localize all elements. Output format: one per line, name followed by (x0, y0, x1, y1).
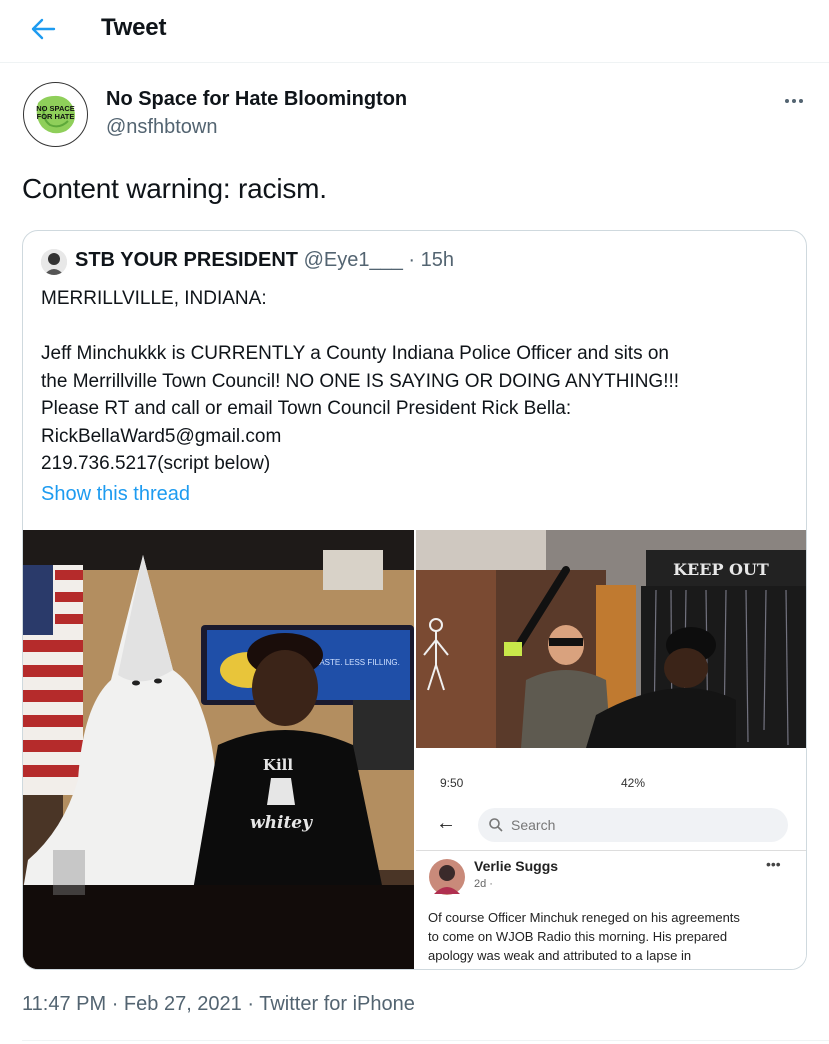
page-title: Tweet (101, 14, 167, 41)
phone-search-placeholder: Search (511, 817, 556, 833)
quote-line: MERRILLVILLE, INDIANA: (41, 288, 267, 309)
phone-post-line: apology was weak and attributed to a lap… (428, 948, 692, 963)
quote-line: the Merrillville Town Council! NO ONE IS… (41, 370, 680, 392)
media-photo-3[interactable]: 9:50 42% ← Search Verlie Suggs 2d · ••• … (416, 750, 806, 969)
avatar-text-2: FOR HATE (37, 112, 75, 121)
photo-police-scene-icon: KEEP OUT (416, 530, 806, 748)
top-bar: Tweet (0, 0, 829, 63)
more-options-button[interactable] (778, 86, 810, 112)
avatar-logo-icon: NO SPACE FOR HATE (24, 83, 87, 146)
tweet-source[interactable]: Twitter for iPhone (259, 993, 415, 1015)
quote-avatar (41, 249, 67, 275)
photo-costume-scene-icon: GREAT TASTE. LESS FILLING. Kill whitey (23, 530, 414, 969)
more-dots-icon (784, 90, 805, 108)
tweet-meta: 11:47 PM · Feb 27, 2021 · Twitter for iP… (22, 993, 415, 1016)
quote-header: STB YOUR PRESIDENT @Eye1___ · 15h (75, 249, 454, 272)
quoted-tweet[interactable]: STB YOUR PRESIDENT @Eye1___ · 15h MERRIL… (22, 230, 807, 970)
quote-line: 219.736.5217(script below) (41, 453, 271, 474)
media-photo-1[interactable]: GREAT TASTE. LESS FILLING. Kill whitey (23, 530, 414, 969)
phone-post-line: to come on WJOB Radio this morning. His … (428, 929, 728, 944)
quote-line: Jeff Minchukkk is CURRENTLY a County Ind… (41, 343, 669, 364)
quote-author-name: STB YOUR PRESIDENT (75, 249, 298, 271)
quote-line (41, 313, 791, 341)
phone-status-battery: 42% (621, 776, 646, 790)
quote-author-handle: @Eye1___ (303, 249, 403, 271)
quote-line: Please RT and call or email Town Council… (41, 398, 572, 419)
divider (22, 1040, 829, 1041)
quote-body: MERRILLVILLE, INDIANA: Jeff Minchukkk is… (41, 285, 791, 478)
phone-post-line: Of course Officer Minchuk reneged on his… (428, 910, 740, 925)
author-handle[interactable]: @nsfhbtown (106, 116, 217, 139)
arrow-left-icon (31, 18, 56, 40)
meta-separator: · (111, 993, 119, 1015)
shirt-text-1: Kill (263, 756, 293, 774)
poster-name: Verlie Suggs (474, 858, 559, 874)
quote-separator: · (408, 249, 416, 271)
tweet-text: Content warning: racism. (22, 173, 327, 204)
poster-avatar-icon (429, 859, 465, 895)
tweet-time[interactable]: 11:47 PM (22, 993, 106, 1015)
phone-back-arrow-icon: ← (436, 812, 456, 834)
quote-avatar-icon (41, 249, 67, 275)
meta-separator: · (247, 993, 255, 1015)
poster-meta: 2d · (474, 878, 493, 890)
quote-time: 15h (420, 249, 454, 271)
phone-divider (416, 850, 806, 851)
show-thread-link[interactable]: Show this thread (41, 483, 190, 506)
poster-more: ••• (766, 856, 781, 872)
author-avatar[interactable]: NO SPACE FOR HATE (23, 82, 88, 147)
author-name[interactable]: No Space for Hate Bloomington (106, 88, 407, 111)
tweet-date[interactable]: Feb 27, 2021 (124, 993, 242, 1015)
search-icon (489, 818, 503, 832)
phone-status-time: 9:50 (440, 776, 464, 790)
phone-post-text: Of course Officer Minchuk reneged on his… (428, 908, 800, 965)
back-button[interactable] (28, 14, 58, 44)
media-photo-2[interactable]: KEEP OUT (416, 530, 806, 748)
shirt-text-2: whitey (250, 813, 313, 833)
quote-line: RickBellaWard5@gmail.com (41, 425, 282, 447)
banner-text: KEEP OUT (673, 560, 769, 579)
media-grid: GREAT TASTE. LESS FILLING. Kill whitey K… (23, 530, 806, 969)
